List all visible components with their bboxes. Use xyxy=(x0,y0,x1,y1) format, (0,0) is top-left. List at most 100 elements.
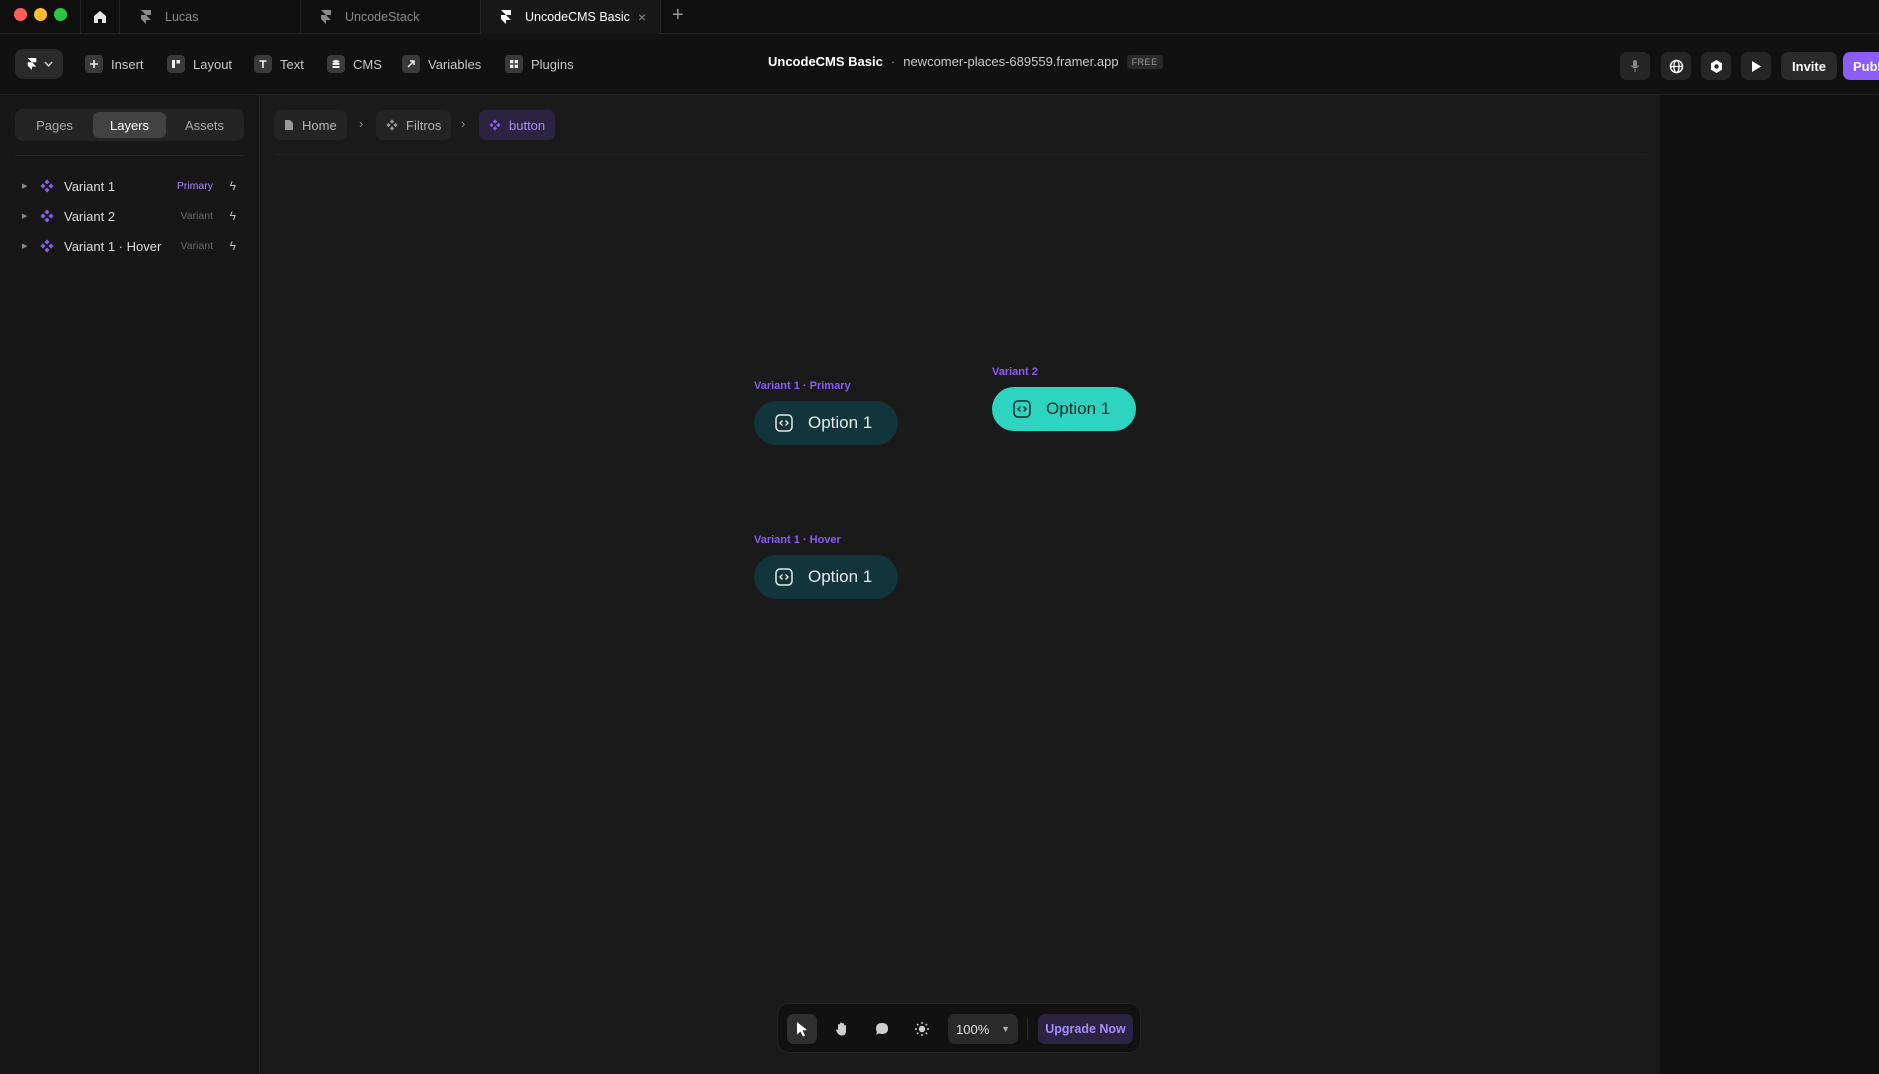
home-tab[interactable] xyxy=(80,0,120,34)
hand-tool-button[interactable] xyxy=(827,1014,857,1044)
cms-label: CMS xyxy=(353,56,382,72)
chevron-down-icon xyxy=(43,61,53,67)
variant-label[interactable]: Variant 1 · Primary xyxy=(754,380,851,392)
expand-caret-icon[interactable]: ▶ xyxy=(22,242,32,250)
comment-icon xyxy=(876,1023,888,1035)
layer-name: Variant 1 xyxy=(64,178,116,194)
settings-button[interactable] xyxy=(1701,52,1731,80)
upgrade-now-button[interactable]: Upgrade Now xyxy=(1038,1014,1133,1044)
tab-pages[interactable]: Pages xyxy=(18,112,91,138)
layer-tag: Primary xyxy=(176,180,213,192)
page-icon xyxy=(285,120,293,130)
panel-switcher: Pages Layers Assets xyxy=(15,109,244,141)
tab-uncodestack[interactable]: UncodeStack xyxy=(301,0,481,34)
framer-menu-button[interactable] xyxy=(15,49,63,79)
option-button-variant-1-primary[interactable]: Option 1 xyxy=(754,401,898,445)
canvas-bottom-toolbar: 100% ▼ Upgrade Now xyxy=(777,1003,1141,1053)
zoom-dropdown[interactable]: 100% ▼ xyxy=(948,1014,1018,1044)
text-button[interactable]: Text xyxy=(254,53,304,75)
variables-button[interactable]: Variables xyxy=(402,53,481,75)
project-domain: newcomer-places-689559.framer.app xyxy=(903,54,1119,69)
tab-layers[interactable]: Layers xyxy=(93,112,166,138)
framer-logo-icon xyxy=(141,10,151,24)
properties-panel xyxy=(1660,95,1879,1074)
project-title[interactable]: UncodeCMS Basic · newcomer-places-689559… xyxy=(768,54,1163,69)
tab-assets[interactable]: Assets xyxy=(168,112,241,138)
new-tab-icon[interactable]: + xyxy=(672,4,684,27)
database-icon xyxy=(327,55,345,73)
play-icon xyxy=(1752,60,1761,72)
interaction-bolt-icon[interactable]: ϟ xyxy=(230,239,236,253)
window-tab-bar: Lucas UncodeStack UncodeCMS Basic × + xyxy=(0,0,1879,34)
breadcrumb-label: Home xyxy=(302,117,337,133)
option-button-variant-2[interactable]: Option 1 xyxy=(992,387,1136,431)
layer-tag: Variant xyxy=(180,240,214,252)
comment-tool-button[interactable] xyxy=(867,1014,897,1044)
breadcrumb-chevron-icon: › xyxy=(461,116,466,131)
tab-label: UncodeStack xyxy=(345,10,420,24)
framer-logo-icon xyxy=(27,58,36,70)
globe-icon xyxy=(1669,59,1683,73)
invite-button[interactable]: Invite xyxy=(1781,52,1837,80)
title-separator: · xyxy=(890,54,896,69)
divider xyxy=(15,155,244,156)
home-icon xyxy=(94,11,106,23)
layout-button[interactable]: Layout xyxy=(167,53,232,75)
select-tool-button[interactable] xyxy=(787,1014,817,1044)
interaction-bolt-icon[interactable]: ϟ xyxy=(230,179,236,193)
plus-icon xyxy=(85,55,103,73)
option-label: Option 1 xyxy=(808,413,873,432)
close-window-button[interactable] xyxy=(14,8,27,21)
variables-label: Variables xyxy=(428,56,482,72)
minimize-window-button[interactable] xyxy=(34,8,47,21)
code-square-icon xyxy=(775,414,793,432)
project-name: UncodeCMS Basic xyxy=(768,54,883,69)
voice-button[interactable] xyxy=(1620,52,1650,80)
plan-badge: FREE xyxy=(1126,54,1163,69)
tab-uncodecms-basic[interactable]: UncodeCMS Basic × xyxy=(481,0,661,34)
insert-button[interactable]: Insert xyxy=(85,53,144,75)
breadcrumb-filtros[interactable]: Filtros xyxy=(376,110,452,140)
preview-button[interactable] xyxy=(1741,52,1771,80)
breadcrumb-chevron-icon: › xyxy=(359,116,364,131)
left-sidebar: Pages Layers Assets ▶ Variant 1 Primary … xyxy=(0,95,260,1074)
main-toolbar: Insert Layout Text CMS Variables Plugins… xyxy=(0,34,1879,95)
expand-caret-icon[interactable]: ▶ xyxy=(22,182,32,190)
breadcrumb-button[interactable]: button xyxy=(479,110,556,140)
close-tab-icon[interactable]: × xyxy=(638,9,646,25)
variant-label[interactable]: Variant 1 · Hover xyxy=(754,534,841,546)
publish-button[interactable]: Publish xyxy=(1843,52,1879,80)
tab-lucas[interactable]: Lucas xyxy=(121,0,301,34)
layer-name: Variant 1 · Hover xyxy=(64,238,162,254)
component-icon xyxy=(386,119,398,131)
expand-caret-icon[interactable]: ▶ xyxy=(22,212,32,220)
insert-label: Insert xyxy=(111,56,144,72)
maximize-window-button[interactable] xyxy=(54,8,67,21)
layer-row-variant-1[interactable]: ▶ Variant 1 Primary ϟ xyxy=(22,174,240,198)
plugins-label: Plugins xyxy=(531,56,574,72)
option-button-variant-1-hover[interactable]: Option 1 xyxy=(754,555,898,599)
plugins-button[interactable]: Plugins xyxy=(505,53,574,75)
zoom-value: 100% xyxy=(956,1021,990,1037)
canvas-divider xyxy=(275,154,1647,155)
framer-logo-icon xyxy=(501,10,511,24)
hexagon-settings-icon xyxy=(1710,59,1722,73)
breadcrumb-label: button xyxy=(509,117,546,133)
interaction-bolt-icon[interactable]: ϟ xyxy=(230,209,236,223)
variant-label[interactable]: Variant 2 xyxy=(992,366,1038,378)
plugins-icon xyxy=(505,55,523,73)
layer-row-variant-2[interactable]: ▶ Variant 2 Variant ϟ xyxy=(22,204,240,228)
component-icon xyxy=(40,179,54,193)
design-canvas[interactable]: Home › Filtros › button Variant 1 · Prim… xyxy=(261,95,1660,1074)
cms-button[interactable]: CMS xyxy=(327,53,382,75)
tab-label: UncodeCMS Basic xyxy=(525,10,630,24)
site-settings-button[interactable] xyxy=(1661,52,1691,80)
code-square-icon xyxy=(1013,400,1031,418)
layout-label: Layout xyxy=(193,56,233,72)
breadcrumb-label: Filtros xyxy=(406,117,442,133)
breadcrumb-home[interactable]: Home xyxy=(274,110,347,140)
arrow-icon xyxy=(402,55,420,73)
component-icon xyxy=(489,119,501,131)
layer-row-variant-1-hover[interactable]: ▶ Variant 1 · Hover Variant ϟ xyxy=(22,234,240,258)
theme-toggle-button[interactable] xyxy=(907,1014,937,1044)
